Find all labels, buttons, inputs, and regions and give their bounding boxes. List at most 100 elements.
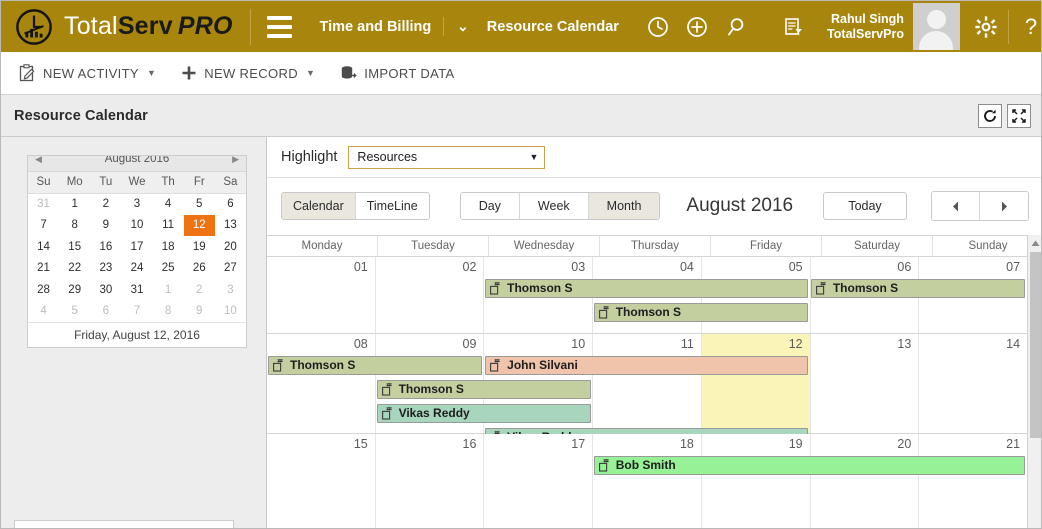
refresh-icon[interactable] [978,104,1002,128]
calendar-event[interactable]: Thomson S [377,380,591,399]
mini-cal-weekday: Fr [184,172,215,193]
mini-cal-day[interactable]: 31 [28,193,59,215]
mini-cal-day[interactable]: 8 [59,215,90,237]
mini-cal-day[interactable]: 5 [184,193,215,215]
header-divider-2 [1008,10,1009,44]
day-number: 02 [463,260,477,274]
view-mode-timeline[interactable]: TimeLine [356,193,429,219]
header-icon-group [643,12,751,42]
mini-cal-weekday: Su [28,172,59,193]
range-week[interactable]: Week [520,193,589,219]
mini-cal-day[interactable]: 5 [59,301,90,323]
event-title: Thomson S [833,280,898,297]
import-data-button[interactable]: IMPORT DATA [340,65,454,82]
mini-cal-day[interactable]: 23 [90,258,121,280]
calendar-event[interactable]: Bob Smith [594,456,1025,475]
chevron-down-icon[interactable]: ▼ [147,68,156,78]
mini-cal-day[interactable]: 1 [153,279,184,301]
calendar-event[interactable]: John Silvani [485,356,808,375]
gear-icon[interactable] [974,12,998,42]
user-block[interactable]: Rahul Singh TotalServPro [827,3,960,50]
search-icon[interactable] [721,12,751,42]
calendar-scrollbar[interactable] [1027,235,1042,529]
avatar[interactable] [913,3,960,50]
scroll-up-arrow[interactable] [1028,235,1042,251]
mini-cal-day[interactable]: 27 [215,258,246,280]
mini-cal-day[interactable]: 4 [28,301,59,323]
day-number: 09 [463,337,477,351]
highlight-select[interactable]: Resources ▼ [348,146,545,169]
mini-cal-day[interactable]: 7 [121,301,152,323]
mini-cal-day[interactable]: 6 [215,193,246,215]
help-icon[interactable]: ? [1019,12,1042,42]
hamburger-icon[interactable] [267,16,291,38]
chevron-down-icon[interactable]: ▼ [306,68,315,78]
highlight-row: Highlight Resources ▼ [267,137,1042,178]
mini-cal-day[interactable]: 22 [59,258,90,280]
mini-cal-week: 31123456 [28,193,246,215]
mini-cal-day[interactable]: 2 [90,193,121,215]
mini-cal-day[interactable]: 3 [121,193,152,215]
mini-cal-day[interactable]: 31 [121,279,152,301]
mini-cal-day[interactable]: 24 [121,258,152,280]
prev-month-button[interactable] [932,192,980,220]
today-button[interactable]: Today [823,192,907,220]
mini-cal-day[interactable]: 13 [215,215,246,237]
mini-cal-day[interactable]: 14 [28,236,59,258]
mini-cal-day[interactable]: 30 [90,279,121,301]
day-header: Monday [267,236,378,256]
mini-cal-day[interactable]: 26 [184,258,215,280]
calendar-event[interactable]: Thomson S [594,303,808,322]
fullscreen-icon[interactable] [1007,104,1031,128]
mini-cal-day[interactable]: 29 [59,279,90,301]
mini-cal-day[interactable]: 1 [59,193,90,215]
next-month-button[interactable] [980,192,1028,220]
mini-cal-day[interactable]: 9 [184,301,215,323]
avatar-head [927,10,946,29]
module-nav-time-and-billing[interactable]: Time and Billing [320,19,432,35]
new-activity-button[interactable]: NEW ACTIVITY ▼ [19,64,156,82]
mini-cal-day[interactable]: 10 [215,301,246,323]
mini-cal-day[interactable]: 10 [121,215,152,237]
clock-icon[interactable] [643,12,673,42]
mini-cal-day-today[interactable]: 12 [184,215,215,237]
plus-circle-icon[interactable] [682,12,712,42]
range-month[interactable]: Month [589,193,660,219]
report-filter-icon[interactable] [781,12,805,42]
mini-cal-day[interactable]: 17 [121,236,152,258]
calendar-event[interactable]: Vikas Reddy [377,404,591,423]
mini-cal-day[interactable]: 20 [215,236,246,258]
chevron-down-icon[interactable]: ⌄ [457,18,469,35]
mini-cal-day[interactable]: 2 [184,279,215,301]
import-data-label: IMPORT DATA [364,66,454,81]
nav-resource-calendar[interactable]: Resource Calendar [487,19,619,35]
mini-cal-day[interactable]: 7 [28,215,59,237]
mini-cal-day[interactable]: 19 [184,236,215,258]
event-layer: Thomson S Thomson S Thomson S [267,279,1027,333]
mini-cal-day[interactable]: 4 [153,193,184,215]
view-mode-calendar[interactable]: Calendar [282,193,356,219]
new-record-button[interactable]: NEW RECORD ▼ [181,65,315,81]
calendar-event[interactable]: Thomson S [811,279,1025,298]
mini-cal-next[interactable]: ▶ [232,156,239,165]
mini-cal-day[interactable]: 28 [28,279,59,301]
activity-icon [382,407,393,420]
mini-cal-day[interactable]: 8 [153,301,184,323]
mini-cal-day[interactable]: 25 [153,258,184,280]
range-day[interactable]: Day [461,193,520,219]
mini-cal-day[interactable]: 18 [153,236,184,258]
scrollbar-thumb[interactable] [1030,252,1042,438]
highlight-label: Highlight [281,149,337,165]
mini-cal-day[interactable]: 6 [90,301,121,323]
mini-cal-day[interactable]: 15 [59,236,90,258]
mini-cal-weekday: Mo [59,172,90,193]
calendar-event[interactable]: Thomson S [485,279,808,298]
app-logo[interactable]: TotalServPRO [1,8,233,46]
mini-cal-day[interactable]: 16 [90,236,121,258]
mini-cal-day[interactable]: 3 [215,279,246,301]
mini-cal-day[interactable]: 11 [153,215,184,237]
mini-cal-day[interactable]: 9 [90,215,121,237]
mini-cal-day[interactable]: 21 [28,258,59,280]
activity-icon [490,282,501,295]
calendar-event[interactable]: Thomson S [268,356,482,375]
